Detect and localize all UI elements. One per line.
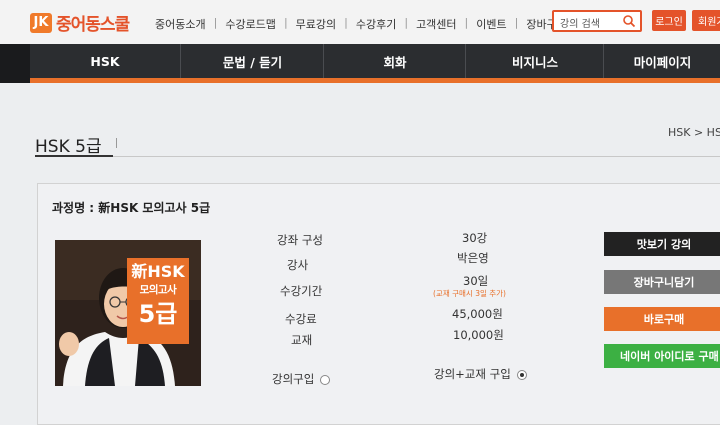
badge-line-3: 5급 bbox=[138, 300, 178, 328]
page-title: HSK 5급 bbox=[35, 137, 102, 157]
logo[interactable]: JK 중어동스쿨 bbox=[30, 10, 130, 35]
logo-mark: JK bbox=[30, 12, 52, 33]
title-rule bbox=[35, 156, 720, 157]
value-fee: 45,000원 bbox=[452, 307, 503, 321]
nav-accent-stripe bbox=[0, 78, 720, 83]
mainnav-item-conversation[interactable]: 회화 bbox=[323, 44, 466, 78]
label-course-composition: 강좌 구성 bbox=[277, 233, 323, 247]
label-instructor: 강사 bbox=[287, 258, 309, 272]
title-divider bbox=[116, 138, 117, 148]
login-button[interactable]: 로그인 bbox=[652, 10, 686, 31]
top-bar: JK 중어동스쿨 중어동소개 | 수강로드맵 | 무료강의 | 수강후기 | 고… bbox=[0, 0, 720, 44]
topnav-separator: | bbox=[213, 16, 218, 29]
radio-lecture-book[interactable] bbox=[516, 369, 527, 380]
naver-buy-button[interactable]: 네이버 아이디로 구매 bbox=[604, 344, 720, 368]
top-nav: 중어동소개 | 수강로드맵 | 무료강의 | 수강후기 | 고객센터 | 이벤트… bbox=[155, 16, 567, 32]
topnav-item-reviews[interactable]: 수강후기 bbox=[356, 16, 396, 32]
value-book: 10,000원 bbox=[453, 328, 504, 342]
option-lecture-book-label: 강의+교재 구입 bbox=[434, 367, 511, 381]
badge-line-2: 모의고사 bbox=[139, 284, 177, 296]
option-lecture-book[interactable]: 강의+교재 구입 bbox=[434, 366, 527, 382]
left-edge bbox=[0, 44, 30, 83]
sample-lecture-button[interactable]: 맛보기 강의 bbox=[604, 232, 720, 256]
mainnav-item-hsk[interactable]: HSK bbox=[30, 44, 180, 78]
main-nav: HSK 문법 / 듣기 회화 비지니스 마이페이지 bbox=[0, 44, 720, 83]
option-lecture-only-label: 강의구입 bbox=[272, 372, 315, 386]
topnav-item-free-lecture[interactable]: 무료강의 bbox=[296, 16, 336, 32]
search-icon[interactable] bbox=[622, 14, 636, 28]
value-course-composition: 30강 bbox=[462, 231, 488, 245]
option-lecture-only[interactable]: 강의구입 bbox=[272, 371, 331, 387]
topnav-item-support[interactable]: 고객센터 bbox=[416, 16, 456, 32]
mainnav-item-mypage[interactable]: 마이페이지 bbox=[603, 44, 720, 78]
search-box bbox=[552, 10, 642, 33]
value-instructor: 박은영 bbox=[457, 251, 489, 265]
course-name: 과정명 : 新HSK 모의고사 5급 bbox=[52, 201, 211, 215]
add-to-cart-button[interactable]: 장바구니담기 bbox=[604, 270, 720, 294]
topnav-item-roadmap[interactable]: 수강로드맵 bbox=[225, 16, 276, 32]
topnav-separator: | bbox=[283, 16, 288, 29]
badge-line-1: 新HSK bbox=[131, 262, 185, 281]
topnav-separator: | bbox=[344, 16, 348, 29]
title-rule-highlight bbox=[35, 155, 113, 157]
logo-text: 중어동스쿨 bbox=[56, 15, 130, 35]
breadcrumb[interactable]: HSK > HSK bbox=[668, 126, 720, 139]
search-input[interactable] bbox=[554, 16, 626, 33]
buy-now-button[interactable]: 바로구매 bbox=[604, 307, 720, 331]
value-period: 30일 bbox=[463, 274, 489, 288]
course-badge: 新HSK 모의고사 5급 bbox=[127, 258, 189, 344]
topnav-item-events[interactable]: 이벤트 bbox=[476, 16, 506, 32]
label-fee: 수강료 bbox=[285, 312, 317, 326]
course-thumbnail: 新HSK 모의고사 5급 bbox=[55, 240, 201, 386]
topnav-separator: | bbox=[464, 16, 469, 29]
radio-lecture-only[interactable] bbox=[320, 374, 331, 385]
join-button[interactable]: 회원가 bbox=[692, 10, 720, 31]
label-period: 수강기간 bbox=[280, 284, 323, 298]
label-book: 교재 bbox=[291, 333, 313, 347]
mainnav-item-business[interactable]: 비지니스 bbox=[465, 44, 604, 78]
mainnav-item-grammar[interactable]: 문법 / 듣기 bbox=[180, 44, 324, 78]
topnav-separator: | bbox=[404, 16, 409, 29]
topnav-item-about[interactable]: 중어동소개 bbox=[155, 16, 206, 32]
topnav-separator: | bbox=[514, 16, 519, 29]
note-period: (교재 구매시 3일 추가) bbox=[433, 289, 506, 298]
